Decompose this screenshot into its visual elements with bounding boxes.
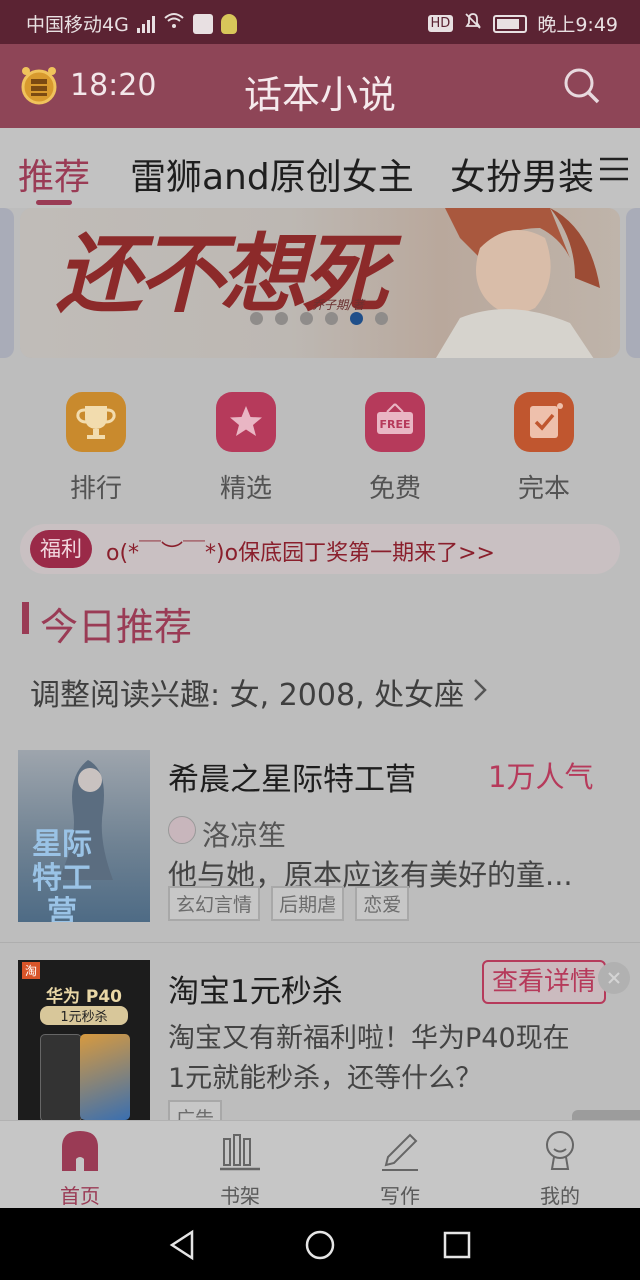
phone-image: [40, 1034, 82, 1120]
ad-close-icon[interactable]: [598, 962, 630, 994]
trophy-icon: [66, 392, 126, 452]
wifi-icon: [163, 12, 185, 35]
taobao-badge: 淘: [22, 962, 41, 979]
banner-dot: [275, 312, 288, 325]
battery-icon: [493, 14, 528, 33]
pen-icon: [382, 1133, 418, 1171]
recent-apps-icon[interactable]: [440, 1228, 474, 1266]
bottom-navigation: 首页 书架 写作 我的: [0, 1120, 640, 1209]
search-icon[interactable]: [562, 66, 602, 106]
chevron-right-icon: [472, 677, 488, 707]
ad-text-line: 淘宝又有新福利啦！华为P40现在: [168, 1023, 570, 1054]
book-list-item[interactable]: 星际特工营 希晨之星际特工营 1万人气 洛凉笙 他与她，原本应该有美好的童...…: [0, 740, 640, 940]
active-tab-indicator: [36, 200, 72, 205]
book-tag: 恋爱: [355, 886, 410, 921]
welfare-announcement[interactable]: 福利 o(*￣︶￣*)o保底园丁奖第一期来了>>: [20, 524, 620, 574]
welfare-badge: 福利: [30, 530, 92, 568]
ad-cover-subheading: 1元秒杀: [40, 1006, 128, 1025]
tab-leishi[interactable]: 雷狮and原创女主: [130, 148, 414, 200]
profile-icon: [546, 1131, 574, 1170]
author-avatar: [168, 816, 196, 844]
tab-recommend[interactable]: 推荐: [18, 148, 90, 200]
book-tags: 玄幻言情 后期虐 恋爱: [168, 886, 415, 921]
feature-ranking[interactable]: 排行: [46, 392, 146, 505]
book-tag: 后期虐: [271, 886, 345, 921]
mute-bell-icon: [463, 11, 483, 36]
bookshelf-icon: [220, 1134, 260, 1171]
banner-prev-peek: [0, 208, 14, 358]
free-sign-icon: FREE: [365, 392, 425, 452]
nav-bookshelf[interactable]: 书架: [190, 1127, 290, 1209]
banner-dots: [250, 312, 388, 325]
section-title: 今日推荐: [40, 605, 193, 649]
banner-dot-active: [350, 312, 363, 325]
banner-dot: [300, 312, 313, 325]
book-tag: 玄幻言情: [168, 886, 261, 921]
banner-next-peek: [626, 208, 640, 358]
feature-label: 免费: [368, 474, 421, 504]
signal-icon: [136, 15, 155, 33]
banner-carousel[interactable]: 还不想死 乔子期/著: [20, 208, 620, 358]
feature-label: 完本: [517, 474, 570, 504]
app-header: 18:20 话本小说: [0, 44, 640, 128]
home-icon: [62, 1131, 98, 1171]
phone-image: [80, 1034, 130, 1120]
status-bar: 中国移动4G HD 晚上9:49: [0, 0, 640, 44]
star-icon: [216, 392, 276, 452]
bulb-icon: [220, 13, 237, 34]
banner-author: 乔子期/著: [312, 298, 365, 312]
reading-interest-text: 调整阅读兴趣: 女, 2008, 处女座: [30, 678, 465, 713]
feature-label: 精选: [219, 474, 272, 504]
weibo-icon: [192, 13, 213, 34]
ad-cover-heading: 华为 P40: [45, 987, 123, 1007]
section-marker: [22, 602, 29, 634]
clock-text: 晚上9:49: [537, 14, 618, 36]
feature-selected[interactable]: 精选: [196, 392, 296, 505]
feature-free[interactable]: FREE 免费: [345, 392, 445, 505]
banner-character-art: [400, 208, 620, 358]
nav-label: 我的: [540, 1184, 580, 1208]
nav-label: 首页: [60, 1184, 100, 1208]
tab-crossdress[interactable]: 女扮男装: [450, 148, 594, 200]
ad-text-line: 1元就能秒杀，还等什么？: [168, 1063, 483, 1094]
reading-interest-link[interactable]: 调整阅读兴趣: 女, 2008, 处女座: [30, 670, 488, 714]
banner-dot: [375, 312, 388, 325]
ad-details-button[interactable]: 查看详情: [482, 960, 607, 1004]
book-title: 希晨之星际特工营: [168, 762, 416, 798]
checklist-icon: [514, 392, 574, 452]
feature-label: 排行: [69, 474, 122, 504]
nav-profile[interactable]: 我的: [510, 1127, 610, 1209]
ad-cover: 淘 华为 P40 1元秒杀: [18, 960, 150, 1120]
svg-text:FREE: FREE: [379, 418, 410, 431]
ad-tag: 广告: [168, 1100, 223, 1120]
app-title: 话本小说: [243, 73, 396, 117]
ad-title: 淘宝1元秒杀: [168, 974, 343, 1010]
carrier-text: 中国移动4G: [26, 14, 129, 36]
welfare-text: o(*￣︶￣*)o保底园丁奖第一期来了>>: [106, 541, 495, 566]
nav-write[interactable]: 写作: [350, 1127, 450, 1209]
book-author: 洛凉笙: [202, 819, 287, 852]
banner-dot: [325, 312, 338, 325]
nav-label: 书架: [220, 1184, 260, 1208]
nav-label: 写作: [380, 1184, 420, 1208]
system-navigation-bar: [0, 1208, 640, 1280]
book-popularity: 1万人气: [488, 760, 594, 794]
menu-icon[interactable]: [598, 154, 630, 184]
book-cover-title: 星际特工营: [32, 827, 92, 923]
list-divider: [0, 942, 640, 943]
ad-list-item[interactable]: 淘 华为 P40 1元秒杀 淘宝1元秒杀 查看详情 淘宝又有新福利啦！华为P40…: [0, 950, 640, 1120]
banner-dot: [250, 312, 263, 325]
book-cover: 星际特工营: [18, 750, 150, 922]
nav-home[interactable]: 首页: [30, 1127, 130, 1209]
home-button-icon[interactable]: [303, 1228, 337, 1266]
hd-badge: HD: [427, 15, 454, 32]
feature-completed[interactable]: 完本: [494, 392, 594, 505]
back-icon[interactable]: [166, 1228, 200, 1266]
category-tabs: 推荐 雷狮and原创女主 女扮男装: [0, 128, 640, 208]
